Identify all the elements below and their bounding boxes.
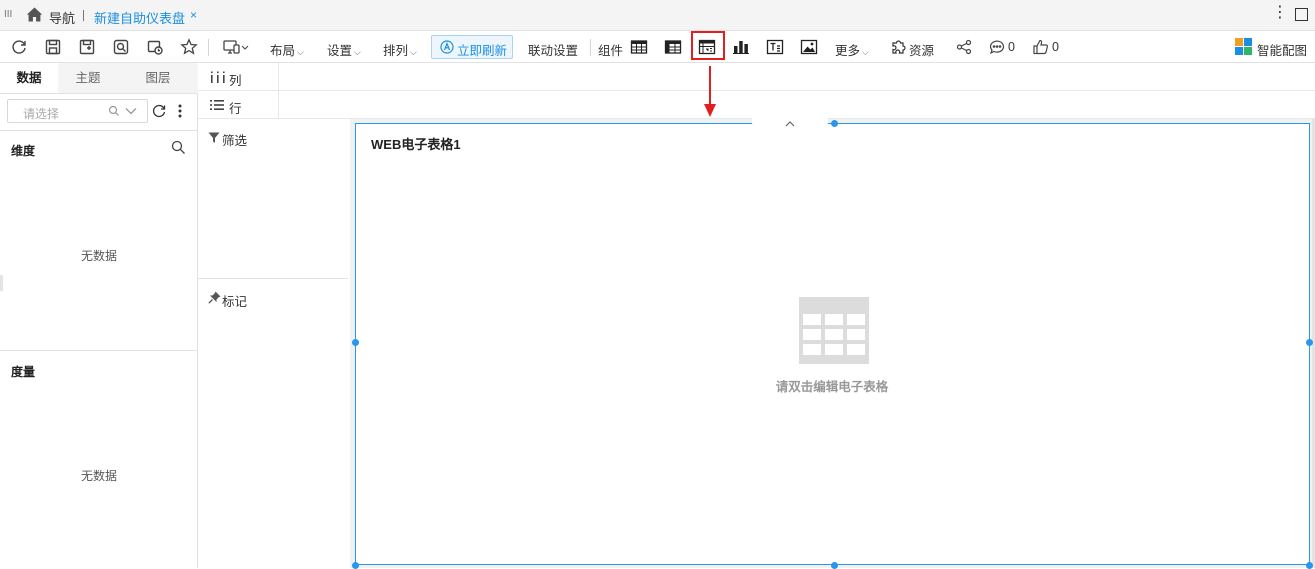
save-as-icon[interactable] [78, 38, 96, 56]
chevron-down-icon: ⌵ [297, 47, 304, 57]
settings-menu-label: 设置 [327, 44, 353, 58]
maximize-icon[interactable] [1295, 8, 1308, 21]
web-spreadsheet-widget[interactable]: WEB电子表格1 请双击编辑电子表格 [355, 123, 1310, 565]
shelf-divider [278, 63, 279, 91]
linkage-settings-button[interactable]: 联动设置 [528, 40, 578, 59]
section-divider [0, 350, 197, 351]
toolbar: 布局 ⌵ 设置 ⌵ 排列 ⌵ 立即刷新 联动设置 组件 更多 ⌵ 资源 0 0 … [0, 31, 1315, 63]
columns-shelf[interactable]: 列 [198, 63, 1315, 91]
refresh-dataset-icon[interactable] [151, 103, 167, 119]
components-label: 组件 [598, 44, 624, 58]
refresh-now-button[interactable]: 立即刷新 [431, 35, 513, 59]
dataset-select[interactable]: 请选择 [7, 99, 148, 123]
save-icon[interactable] [44, 38, 62, 56]
schedule-icon[interactable] [146, 38, 164, 56]
chevron-down-icon: ⌵ [354, 47, 361, 57]
shelf-divider [278, 91, 279, 119]
chevron-down-icon: ⌵ [862, 47, 869, 57]
dimension-title: 维度 [11, 144, 36, 158]
search-icon[interactable] [171, 140, 186, 155]
annotation-arrow-icon [702, 66, 718, 118]
arrange-menu[interactable]: 排列 ⌵ [383, 40, 417, 59]
refresh-now-label: 立即刷新 [457, 44, 508, 58]
select-divider [0, 130, 197, 131]
resize-handle-right[interactable] [1306, 339, 1313, 346]
comment-count: 0 [1008, 40, 1015, 54]
pin-icon [208, 291, 221, 304]
widget-title: WEB电子表格1 [371, 137, 461, 152]
tab-separator [83, 10, 84, 21]
chevron-down-icon: ⌵ [410, 47, 417, 57]
like-count: 0 [1052, 40, 1059, 54]
chevron-down-icon [125, 106, 137, 116]
search-icon [108, 105, 120, 117]
columns-icon [210, 71, 226, 83]
measure-empty-text: 无数据 [80, 469, 117, 483]
comment-icon[interactable] [988, 38, 1006, 56]
refresh-icon[interactable] [10, 38, 28, 56]
rows-shelf[interactable]: 行 [198, 91, 1315, 119]
layout-menu[interactable]: 布局 ⌵ [270, 40, 304, 59]
arrange-menu-label: 排列 [383, 44, 409, 58]
resources-button[interactable]: 资源 [909, 40, 934, 59]
favorite-star-icon[interactable] [180, 38, 198, 56]
window-tab-bar: III 导航 新建自助仪表盘 × ⋮ [0, 0, 1315, 31]
columns-label: 列 [229, 74, 242, 88]
measure-title: 度量 [11, 365, 36, 379]
toolbar-divider [208, 39, 209, 56]
close-tab-icon[interactable]: × [190, 8, 197, 22]
table-icon[interactable] [630, 38, 648, 56]
share-icon[interactable] [955, 38, 973, 56]
dashboard-tab-title[interactable]: 新建自助仪表盘 [94, 8, 185, 27]
shelf-panel: 列 行 筛选 标记 [198, 63, 1315, 568]
smart-chart-icon[interactable] [1235, 38, 1253, 56]
dimension-empty-text: 无数据 [80, 249, 117, 263]
tabs-divider [0, 93, 198, 94]
toolbar-divider [590, 39, 591, 56]
image-icon[interactable] [800, 38, 818, 56]
highlight-box [691, 31, 725, 60]
filter-label: 筛选 [222, 134, 248, 148]
resize-handle-top[interactable] [831, 120, 838, 127]
device-preview-icon[interactable] [222, 38, 249, 56]
crosstab-icon[interactable] [664, 38, 682, 56]
dataset-select-placeholder: 请选择 [23, 107, 60, 121]
filter-icon [208, 132, 220, 144]
tab-theme[interactable]: 主题 [58, 63, 118, 93]
chevron-up-icon [785, 121, 795, 127]
auto-refresh-icon [440, 40, 454, 54]
text-box-icon[interactable] [766, 38, 784, 56]
layout-menu-label: 布局 [270, 44, 296, 58]
resize-handle-left[interactable] [352, 339, 359, 346]
mark-label: 标记 [222, 295, 248, 309]
settings-menu[interactable]: 设置 ⌵ [327, 40, 361, 59]
more-components-menu[interactable]: 更多 ⌵ [835, 40, 869, 59]
preview-icon[interactable] [112, 38, 130, 56]
more-menu-icon[interactable]: ⋮ [1272, 5, 1288, 21]
mark-area[interactable]: 标记 [198, 279, 348, 568]
more-menu-label: 更多 [835, 44, 861, 58]
tab-data[interactable]: 数据 [0, 63, 58, 93]
home-icon[interactable] [26, 7, 43, 22]
more-options-icon[interactable] [178, 104, 182, 118]
rows-icon [210, 99, 224, 111]
panel-resize-handle[interactable] [0, 275, 3, 291]
filter-area[interactable]: 筛选 [198, 119, 348, 279]
tab-layers[interactable]: 图层 [118, 63, 198, 93]
data-panel: 数据 主题 图层 请选择 维度 无数据 度量 无数据 [0, 63, 198, 568]
menu-grip-icon[interactable]: III [4, 9, 12, 20]
spreadsheet-placeholder-icon [799, 297, 869, 364]
rows-label: 行 [229, 102, 242, 116]
collapse-shelf-tab[interactable] [752, 118, 828, 132]
like-icon[interactable] [1032, 38, 1050, 56]
smart-chart-button[interactable]: 智能配图 [1257, 40, 1307, 59]
empty-hint-text: 请双击编辑电子表格 [775, 380, 889, 394]
nav-tab-label[interactable]: 导航 [49, 8, 75, 27]
puzzle-icon[interactable] [890, 38, 908, 56]
bar-chart-icon[interactable] [732, 38, 750, 56]
